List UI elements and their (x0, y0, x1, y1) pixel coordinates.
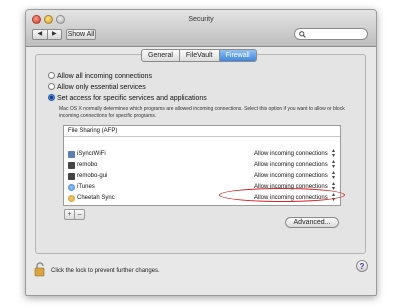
advanced-button[interactable]: Advanced... (285, 217, 339, 228)
app-icon (68, 162, 75, 169)
tab-filevault[interactable]: FileVault (180, 50, 220, 61)
radio-essential-only[interactable]: Allow only essential services (48, 83, 146, 91)
radio-specific-services[interactable]: Set access for specific services and app… (48, 94, 207, 102)
security-window: Security ◀ ▶ Show All General FileVault … (25, 9, 377, 296)
permission-popup[interactable]: Allow incoming connections (254, 149, 328, 160)
search-icon (299, 31, 306, 38)
tab-general[interactable]: General (142, 50, 180, 61)
app-name: Cheetah Sync (77, 195, 115, 201)
radio-label: Allow all incoming connections (57, 73, 152, 80)
radio-button-selected[interactable] (48, 94, 55, 101)
back-button[interactable]: ◀ (33, 30, 48, 39)
lock-text: Click the lock to prevent further change… (51, 268, 160, 274)
show-all-button[interactable]: Show All (66, 29, 96, 40)
permission-popup[interactable]: Allow incoming connections (254, 171, 328, 182)
radio-allow-all[interactable]: Allow all incoming connections (48, 72, 152, 80)
remove-button[interactable]: – (75, 210, 84, 219)
add-remove-control: + – (64, 209, 85, 220)
popup-stepper-icon: ▴ ▾ (332, 170, 336, 181)
app-name: iSyncrWiFi (77, 151, 106, 157)
cheetah-icon (68, 195, 75, 202)
tab-bar: General FileVault Firewall (141, 49, 257, 62)
add-button[interactable]: + (65, 210, 75, 219)
list-header: File Sharing (AFP) (64, 126, 340, 137)
window-title: Security (188, 16, 214, 23)
forward-button[interactable]: ▶ (48, 30, 62, 39)
back-forward-control: ◀ ▶ (32, 29, 62, 40)
radio-label: Set access for specific services and app… (57, 95, 207, 102)
search-input[interactable] (307, 30, 363, 38)
tab-firewall[interactable]: Firewall (219, 50, 256, 61)
list-item[interactable]: remobo-gui Allow incoming connections ▴ ▾ (64, 170, 340, 182)
annotation-ellipse (219, 188, 345, 202)
popup-stepper-icon: ▴ ▾ (332, 159, 336, 170)
search-field[interactable] (294, 28, 368, 40)
permission-popup[interactable]: Allow incoming connections (254, 160, 328, 171)
app-icon (68, 173, 75, 180)
firewall-description: Mac OS X normally determines which progr… (59, 106, 345, 119)
app-name: remobo (77, 162, 98, 168)
radio-button[interactable] (48, 72, 55, 79)
list-item[interactable]: remobo Allow incoming connections ▴ ▾ (64, 159, 340, 171)
titlebar: Security ◀ ▶ Show All (26, 10, 376, 47)
help-button[interactable]: ? (356, 260, 368, 272)
radio-button[interactable] (48, 83, 55, 90)
popup-stepper-icon: ▴ ▾ (332, 148, 336, 159)
list-item[interactable]: iSyncrWiFi Allow incoming connections ▴ ▾ (64, 148, 340, 160)
itunes-icon (68, 184, 75, 191)
sync-icon (68, 151, 75, 158)
radio-label: Allow only essential services (57, 84, 146, 91)
lock-icon[interactable] (34, 262, 46, 277)
app-name: iTunes (77, 184, 95, 190)
app-name: remobo-gui (77, 173, 108, 179)
